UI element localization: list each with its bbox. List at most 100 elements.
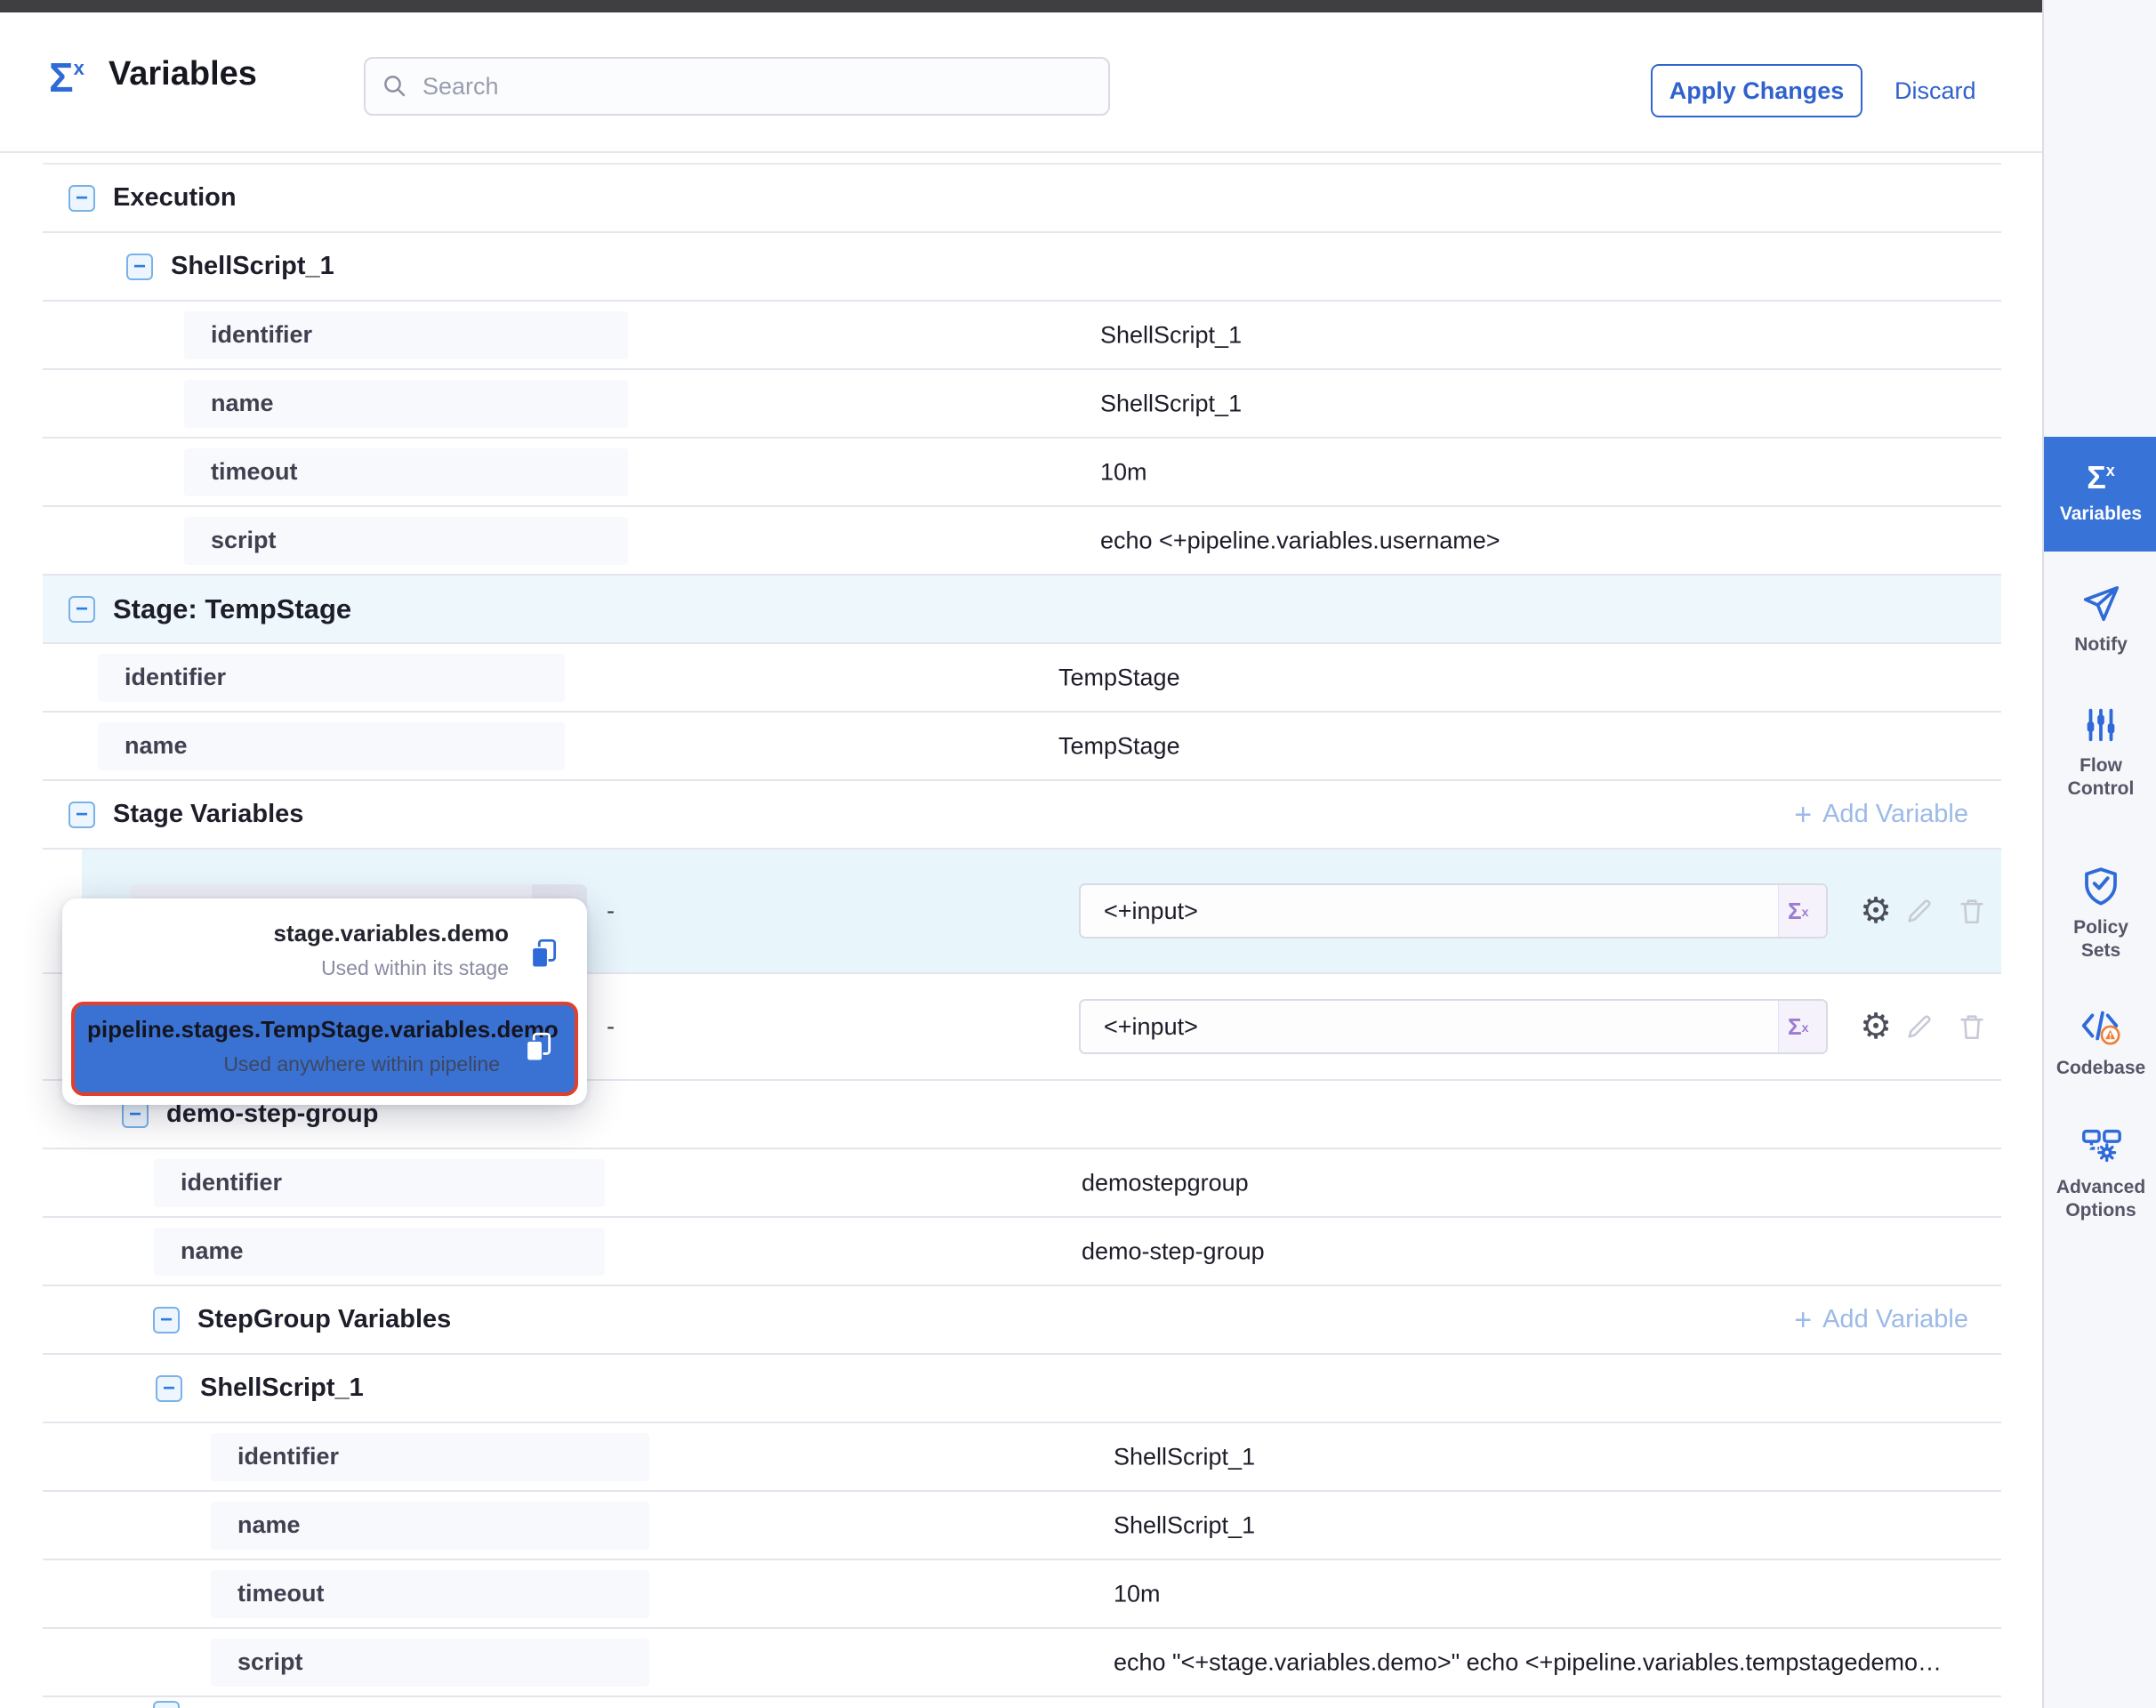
shield-check-icon: [2080, 865, 2122, 907]
expression-toggle[interactable]: Σx: [1778, 885, 1826, 937]
required-value: -: [607, 1013, 615, 1041]
variable-value-input[interactable]: <+input> Σx: [1079, 883, 1828, 939]
variables-panel: Σx Variables Apply Changes Discard Σx Va…: [0, 0, 2156, 1708]
property-value: ShellScript_1: [1100, 390, 1242, 417]
sidebar-item-codebase[interactable]: Codebase: [2044, 1003, 2156, 1080]
discard-button[interactable]: Discard: [1895, 64, 1976, 117]
apply-changes-button[interactable]: Apply Changes: [1651, 64, 1862, 117]
variable-value-input[interactable]: <+input> Σx: [1079, 999, 1828, 1054]
copy-button[interactable]: [527, 937, 560, 975]
plus-icon: +: [1794, 800, 1812, 830]
property-key-field: name: [211, 1502, 649, 1550]
search-icon: [382, 73, 408, 100]
section-label: ShellScript_1: [200, 1374, 364, 1403]
page-title: Variables: [109, 55, 257, 93]
section-row-execution: − Execution: [43, 165, 2001, 233]
collapse-icon[interactable]: −: [156, 1375, 182, 1402]
pencil-icon: [1904, 1011, 1935, 1042]
search-box[interactable]: [364, 57, 1110, 116]
expression-toggle[interactable]: Σx: [1778, 1001, 1826, 1052]
window-top-bar: [0, 0, 2042, 12]
variable-settings-button[interactable]: ⚙: [1857, 892, 1895, 930]
sidebar-item-variables[interactable]: Σx Variables: [2044, 437, 2156, 552]
section-row-stepgroup-variables: − StepGroup Variables + Add Variable: [43, 1286, 2001, 1355]
reference-text: pipeline.stages.TempStage.variables.demo: [87, 1016, 500, 1043]
section-label: StepGroup Variables: [197, 1305, 451, 1334]
section-row-shellscript-nested: − ShellScript_1: [43, 1355, 2001, 1423]
property-key-field: identifier: [184, 311, 628, 359]
property-row: identifier ShellScript_1: [43, 1423, 2001, 1492]
property-row: script echo "<+stage.variables.demo>" ec…: [43, 1629, 2001, 1697]
sidebar-item-advanced-options[interactable]: AdvancedOptions: [2044, 1123, 2156, 1223]
partial-row: [43, 1697, 2001, 1708]
section-label: ShellScript_1: [171, 252, 334, 281]
variable-settings-button[interactable]: ⚙: [1857, 1008, 1895, 1045]
property-row: name ShellScript_1: [43, 1492, 2001, 1560]
pencil-icon: [1904, 896, 1935, 926]
sidebar-item-flow-control[interactable]: FlowControl: [2044, 705, 2156, 802]
collapse-icon[interactable]: −: [122, 1101, 149, 1128]
property-value: ShellScript_1: [1100, 321, 1242, 349]
collapse-icon[interactable]: [153, 1701, 180, 1708]
section-row-shellscript: − ShellScript_1: [43, 233, 2001, 302]
property-value: TempStage: [1058, 732, 1180, 760]
trash-icon: [1957, 1011, 1987, 1042]
sidebar-item-policy-sets[interactable]: PolicySets: [2044, 865, 2156, 963]
section-label: Stage Variables: [113, 800, 303, 829]
scoped-reference-item[interactable]: stage.variables.demo Used within its sta…: [62, 913, 587, 998]
sidebar-item-notify[interactable]: Notify: [2044, 584, 2156, 657]
search-input[interactable]: [421, 72, 1092, 101]
property-row: identifier ShellScript_1: [43, 302, 2001, 370]
property-value: ShellScript_1: [1114, 1511, 1255, 1539]
collapse-icon[interactable]: −: [68, 185, 95, 212]
variables-icon: Σx: [2087, 462, 2115, 494]
codebase-warning-icon: [2079, 1003, 2123, 1048]
gear-icon: ⚙: [1860, 893, 1892, 929]
collapse-icon[interactable]: −: [153, 1307, 180, 1333]
collapse-icon[interactable]: −: [68, 802, 95, 828]
property-value: ShellScript_1: [1114, 1443, 1255, 1470]
property-row: script echo <+pipeline.variables.usernam…: [43, 507, 2001, 576]
property-row: name ShellScript_1: [43, 370, 2001, 439]
property-key-field: name: [98, 722, 565, 770]
property-key-field: script: [184, 517, 628, 565]
variable-delete-button[interactable]: [1953, 892, 1991, 930]
reference-text: stage.variables.demo: [75, 920, 509, 947]
add-variable-button[interactable]: + Add Variable: [1794, 800, 1968, 830]
property-value: echo <+pipeline.variables.username>: [1100, 527, 1500, 554]
property-value: 10m: [1100, 458, 1147, 486]
property-key-field: identifier: [211, 1433, 649, 1481]
copy-button[interactable]: [521, 1030, 555, 1068]
pipeline-reference-item-highlighted[interactable]: pipeline.stages.TempStage.variables.demo…: [71, 1002, 578, 1096]
section-row-stage-variables: − Stage Variables + Add Variable: [43, 781, 2001, 850]
variable-edit-button[interactable]: [1901, 892, 1938, 930]
property-key-field: name: [184, 380, 628, 428]
gear-icon: ⚙: [1860, 1009, 1892, 1044]
trash-icon: [1957, 896, 1987, 926]
section-row-stage: − Stage: TempStage: [43, 576, 2001, 644]
property-key-field: identifier: [98, 654, 565, 702]
property-row: identifier demostepgroup: [43, 1149, 2001, 1218]
section-label: Execution: [113, 183, 237, 213]
property-key-field: name: [154, 1228, 605, 1276]
property-value: demostepgroup: [1082, 1169, 1249, 1196]
property-value: TempStage: [1058, 664, 1180, 691]
property-value: 10m: [1114, 1580, 1161, 1607]
required-value: -: [607, 898, 615, 925]
property-value: echo "<+stage.variables.demo>" echo <+pi…: [1114, 1648, 1942, 1676]
collapse-icon[interactable]: −: [126, 254, 153, 280]
advanced-options-icon: [2079, 1123, 2123, 1167]
property-row: name TempStage: [43, 713, 2001, 781]
property-key-field: timeout: [184, 448, 628, 496]
variable-delete-button[interactable]: [1953, 1008, 1991, 1045]
variable-reference-popover: stage.variables.demo Used within its sta…: [62, 898, 587, 1105]
panel-header: Σx Variables Apply Changes Discard: [0, 12, 2042, 153]
variables-sigma-icon: Σx: [49, 57, 84, 98]
property-key-field: script: [211, 1639, 649, 1687]
add-variable-button[interactable]: + Add Variable: [1794, 1305, 1968, 1335]
property-row: identifier TempStage: [43, 644, 2001, 713]
plus-icon: +: [1794, 1305, 1812, 1335]
right-rail: Σx Variables Notify FlowControl: [2042, 0, 2156, 1708]
variable-edit-button[interactable]: [1901, 1008, 1938, 1045]
collapse-icon[interactable]: −: [68, 596, 95, 623]
